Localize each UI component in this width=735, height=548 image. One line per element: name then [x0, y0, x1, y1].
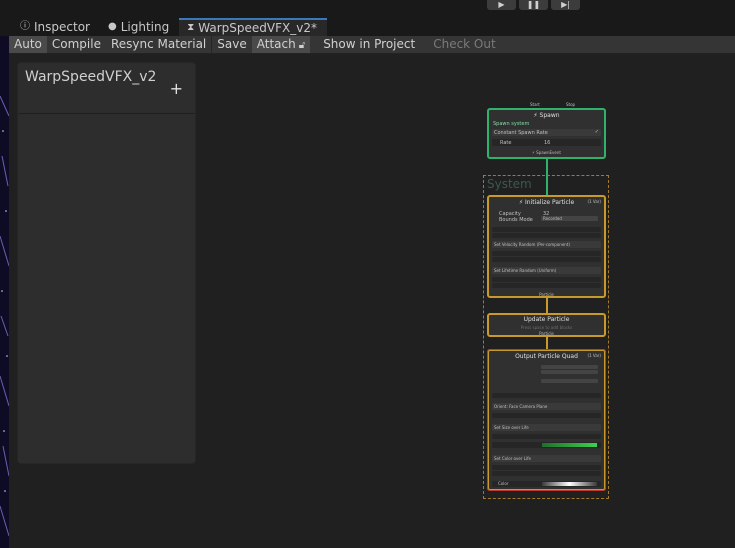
auto-compile-toggle[interactable]: Auto — [9, 36, 47, 53]
port-stop-label: Stop — [566, 102, 576, 107]
pause-icon: ❚❚ — [526, 0, 541, 9]
output-context[interactable]: Output Particle Quad (1 Var) Orient: Fac… — [487, 349, 606, 491]
vfx-toolbar: Auto Compile Resync Material Save Attach… — [9, 36, 735, 54]
check-out-button: Check Out — [433, 37, 496, 51]
update-title: Update Particle — [523, 316, 570, 323]
attach-label: Attach — [256, 37, 296, 51]
size-curve-preview — [542, 443, 597, 447]
output-setting-1[interactable] — [541, 365, 598, 369]
color-mode-row[interactable] — [492, 465, 601, 470]
lifetime-block[interactable]: Set Lifetime Random (Uniform) — [492, 267, 601, 274]
lightbulb-icon: ● — [107, 21, 117, 32]
attach-button[interactable]: Attach 🔓︎ — [251, 36, 311, 53]
scene-view-edge — [0, 36, 9, 548]
top-strip: ▶ ❚❚ ▶| — [0, 0, 735, 18]
spawn-footer: ⚡ SpawnEvent — [532, 150, 561, 155]
save-button[interactable]: Save — [212, 36, 251, 53]
spawn-subtitle: Spawn system — [493, 121, 530, 127]
init-footer: Particle — [539, 292, 554, 297]
tab-bar: ⓘ Inspector ● Lighting ⧗ WarpSpeedVFX_v2… — [0, 18, 735, 36]
step-icon: ▶| — [561, 0, 570, 9]
velocity-max-row[interactable] — [492, 257, 601, 262]
pause-button[interactable]: ❚❚ — [519, 0, 548, 10]
size-curve-row[interactable] — [492, 442, 601, 448]
play-controls: ▶ ❚❚ ▶| — [487, 0, 580, 10]
orient-mode-row[interactable] — [492, 413, 601, 418]
blackboard-panel: WarpSpeedVFX_v2 + — [17, 62, 196, 464]
color-gradient-preview — [542, 482, 597, 486]
tab-vfx-graph[interactable]: ⧗ WarpSpeedVFX_v2* — [179, 18, 327, 36]
output-texture-row[interactable] — [492, 393, 601, 398]
color-gradient-row[interactable]: Color — [492, 481, 601, 487]
starfield-image — [0, 36, 9, 548]
size-block[interactable]: Set Size over Life — [492, 424, 601, 431]
tab-label: WarpSpeedVFX_v2* — [198, 21, 317, 35]
lifetime-a-row[interactable] — [492, 277, 601, 282]
play-icon: ▶ — [498, 0, 505, 9]
bounds-size-row[interactable] — [492, 233, 601, 238]
step-button[interactable]: ▶| — [551, 0, 580, 10]
velocity-min-row[interactable] — [492, 251, 601, 256]
check-icon: ✓ — [594, 129, 599, 135]
info-icon: ⓘ — [20, 21, 30, 32]
port-start-label: Start — [530, 102, 540, 107]
blackboard-title: WarpSpeedVFX_v2 — [25, 69, 157, 85]
output-setting-2[interactable] — [541, 370, 598, 374]
vfx-graph-icon: ⧗ — [187, 22, 195, 33]
bounds-center-row[interactable] — [492, 227, 601, 232]
tab-label: Lighting — [120, 20, 170, 34]
update-output-edge — [546, 337, 548, 349]
velocity-block[interactable]: Set Velocity Random (Per-component) — [492, 241, 601, 248]
play-button[interactable]: ▶ — [487, 0, 516, 10]
update-hint: Press space to add blocks — [520, 325, 573, 330]
compile-button[interactable]: Compile — [47, 36, 106, 53]
bounds-dropdown[interactable]: Recorded — [541, 216, 598, 221]
color-block[interactable]: Set Color over Life — [492, 455, 601, 462]
output-setting-3[interactable] — [541, 379, 598, 383]
spawn-title: ⚡ Spawn — [533, 112, 560, 119]
add-property-button[interactable]: + — [170, 79, 183, 98]
tab-lighting[interactable]: ● Lighting — [100, 18, 179, 36]
bounds-label: Bounds Mode — [499, 217, 533, 223]
size-mode-row[interactable] — [492, 434, 601, 439]
initialize-context[interactable]: ⚡ Initialize Particle (1 Var) Capacity 3… — [487, 195, 606, 298]
tab-label: Inspector — [34, 20, 90, 34]
show-in-project-button[interactable]: Show in Project — [318, 36, 420, 53]
blackboard-header: WarpSpeedVFX_v2 + — [18, 63, 195, 114]
tab-inspector[interactable]: ⓘ Inspector — [12, 18, 100, 36]
init-tag: (1 Var) — [587, 199, 601, 204]
orient-block[interactable]: Orient: Face Camera Plane — [492, 403, 601, 410]
lifetime-b-row[interactable] — [492, 283, 601, 288]
system-label: System — [487, 177, 532, 191]
spawn-block[interactable]: Constant Spawn Rate ✓ — [492, 129, 601, 136]
init-update-edge — [546, 298, 548, 313]
color-composition-row[interactable] — [492, 471, 601, 476]
update-context[interactable]: Update Particle Press space to add block… — [487, 313, 606, 337]
resync-material-button[interactable]: Resync Material — [106, 36, 211, 53]
spawn-rate-row[interactable]: Rate 16 — [492, 139, 601, 146]
spawn-context[interactable]: ⚡ Spawn Spawn system Constant Spawn Rate… — [487, 108, 606, 159]
update-footer: Particle — [539, 331, 554, 336]
output-tag: (1 Var) — [587, 353, 601, 358]
lock-icon: 🔓︎ — [298, 40, 306, 51]
